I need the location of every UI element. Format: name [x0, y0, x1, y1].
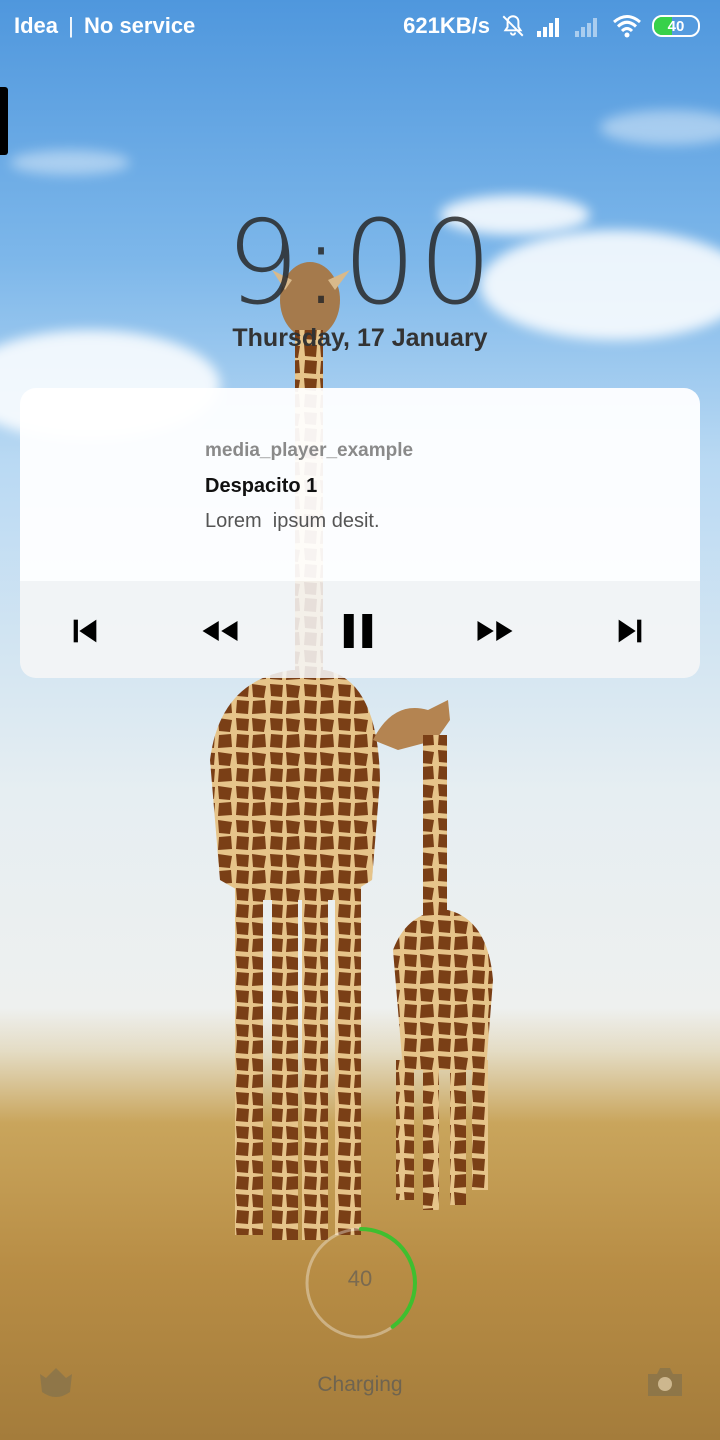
charging-label: Charging — [317, 1373, 403, 1396]
cloud — [600, 110, 720, 145]
status-bar: Idea | No service 621KB/s 40 — [0, 0, 720, 52]
pause-button[interactable] — [338, 611, 378, 651]
skip-next-icon — [618, 619, 642, 643]
carrier-separator: | — [68, 13, 74, 38]
fast-forward-button[interactable] — [475, 611, 515, 651]
carrier-info: Idea | No service — [14, 13, 195, 39]
app-shortcut-icon[interactable] — [36, 1364, 76, 1402]
lockscreen-time: 9:00 — [225, 196, 495, 331]
cloud — [10, 150, 130, 175]
edge-handle[interactable] — [0, 87, 8, 155]
signal-icon — [537, 18, 559, 37]
battery-icon: 40 — [652, 15, 700, 37]
media-controls — [20, 601, 700, 661]
rewind-icon — [202, 621, 238, 641]
signal-weak-icon — [575, 18, 597, 37]
camera-icon[interactable] — [644, 1364, 686, 1400]
lockscreen-date: Thursday, 17 January — [232, 324, 488, 352]
network-speed: 621KB/s — [403, 13, 490, 38]
bell-off-icon — [502, 15, 524, 37]
song-subtitle: Lorem ipsum desit. — [205, 510, 380, 532]
skip-next-button[interactable] — [610, 611, 650, 651]
giraffe-calf — [373, 700, 493, 1210]
media-controls-bar — [20, 581, 700, 678]
fast-forward-icon — [477, 621, 513, 641]
skip-previous-button[interactable] — [65, 611, 105, 651]
notification-app-name: media_player_example — [205, 440, 414, 461]
carrier-name: Idea — [14, 13, 59, 38]
charging-level: 40 — [347, 1266, 373, 1291]
battery-level: 40 — [667, 17, 685, 35]
status-icons: 621KB/s 40 — [403, 13, 700, 39]
service-status: No service — [84, 13, 196, 38]
media-notification[interactable]: media_player_example Despacito 1 Lorem i… — [20, 388, 700, 678]
wifi-icon — [613, 15, 641, 38]
notification-body[interactable]: media_player_example Despacito 1 Lorem i… — [20, 388, 700, 581]
song-title: Despacito 1 — [205, 475, 318, 497]
pause-icon — [343, 614, 373, 648]
rewind-button[interactable] — [200, 611, 240, 651]
skip-previous-icon — [73, 619, 97, 643]
